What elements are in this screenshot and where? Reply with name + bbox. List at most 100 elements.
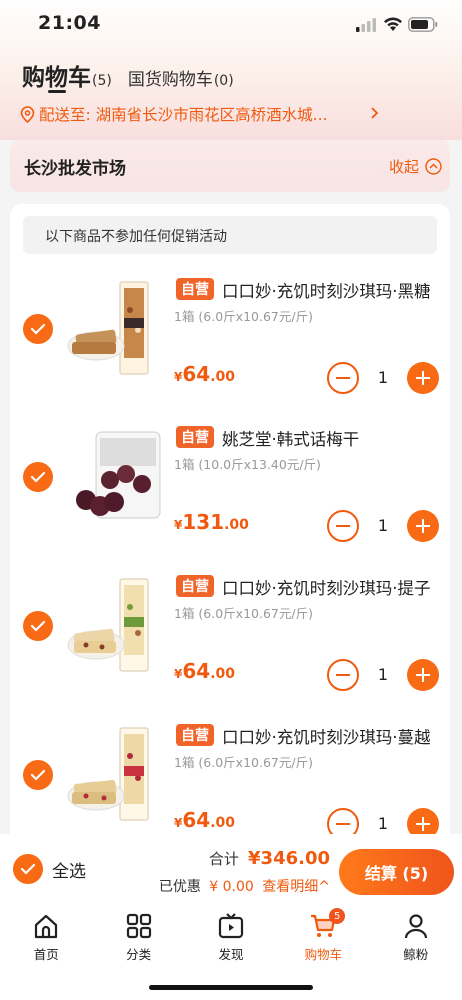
- item-checkbox[interactable]: [23, 462, 53, 492]
- collapse-label: 收起: [388, 157, 419, 176]
- address-text: 配送至: 湖南省长沙市雨花区高桥酒水城...: [39, 106, 328, 124]
- plus-icon: [416, 519, 430, 533]
- increase-quantity-button[interactable]: [407, 362, 439, 394]
- person-icon: [404, 914, 427, 939]
- chevron-up-circle-icon: [425, 157, 442, 175]
- discount-row: 已优惠 ¥ 0.00 查看明细^: [150, 876, 330, 896]
- tab-cart[interactable]: 购物车: [22, 58, 91, 92]
- product-image-sachima-raisin: [67, 578, 149, 672]
- select-all-label: 全选: [52, 861, 86, 882]
- product-price: ¥131.00: [174, 510, 249, 534]
- tab-cart-nav[interactable]: 5 购物车: [277, 908, 369, 968]
- price-decimal: .00: [210, 815, 236, 831]
- market-header: 长沙批发市场 收起: [10, 140, 450, 192]
- bottom-tab-bar: 首页 分类 发现 5 购物车 鲸粉: [0, 908, 462, 968]
- self-operated-badge: 自营: [176, 278, 214, 300]
- minus-icon: [336, 674, 350, 676]
- item-checkbox[interactable]: [23, 611, 53, 641]
- price-integer: 64: [182, 659, 211, 683]
- status-bar: 21:04: [0, 0, 462, 50]
- cart-item: 自营 姚芝堂·韩式话梅干 1箱 (10.0斤x13.40元/斤) ¥131.00…: [10, 416, 450, 564]
- minus-icon: [336, 377, 350, 379]
- tab-category-label: 分类: [126, 947, 152, 962]
- tab-national-cart[interactable]: 国货购物车: [128, 65, 213, 90]
- decrease-quantity-button[interactable]: [327, 659, 359, 691]
- price-integer: 64: [182, 362, 211, 386]
- product-name[interactable]: 口口妙·充饥时刻沙琪玛·提子: [222, 575, 442, 599]
- product-spec: 1箱 (6.0斤x10.67元/斤): [174, 309, 313, 324]
- product-price: ¥64.00: [174, 808, 235, 832]
- chevron-right-icon: [371, 107, 379, 119]
- home-icon: [35, 914, 58, 939]
- decrease-quantity-button[interactable]: [327, 510, 359, 542]
- wifi-icon: [384, 17, 402, 31]
- product-name[interactable]: 口口妙·充饥时刻沙琪玛·黑糖: [222, 278, 442, 302]
- tab-national-count: (0): [213, 73, 234, 89]
- product-spec: 1箱 (10.0斤x13.40元/斤): [174, 457, 321, 472]
- item-checkbox[interactable]: [23, 760, 53, 790]
- minus-icon: [336, 823, 350, 825]
- cart-tabs: 购物车 (5) 国货购物车 (0): [22, 58, 234, 92]
- tab-discover-label: 发现: [218, 947, 244, 962]
- increase-quantity-button[interactable]: [407, 659, 439, 691]
- quantity-value: 1: [377, 368, 389, 387]
- view-details-link[interactable]: 查看明细^: [262, 879, 330, 895]
- market-title: 长沙批发市场: [24, 158, 126, 179]
- check-icon: [30, 471, 46, 483]
- increase-quantity-button[interactable]: [407, 510, 439, 542]
- tab-home-label: 首页: [33, 947, 59, 962]
- product-price: ¥64.00: [174, 362, 235, 386]
- product-image-sachima-black: [67, 281, 149, 375]
- quantity-value: 1: [377, 814, 389, 833]
- product-image-plum: [76, 431, 161, 519]
- check-icon: [20, 863, 36, 875]
- delivery-address[interactable]: 配送至: 湖南省长沙市雨花区高桥酒水城...: [20, 102, 450, 126]
- product-image-sachima-cranberry: [67, 727, 149, 821]
- plus-icon: [416, 371, 430, 385]
- quantity-value: 1: [377, 665, 389, 684]
- decrease-quantity-button[interactable]: [327, 362, 359, 394]
- battery-icon: [408, 17, 438, 32]
- checkout-bar: 全选 合计 ¥346.00 已优惠 ¥ 0.00 查看明细^ 结算 (5) 首页…: [0, 834, 462, 1000]
- tab-cart-label: 购物车: [304, 947, 343, 962]
- status-time: 21:04: [38, 12, 101, 34]
- select-all-toggle[interactable]: 全选: [13, 854, 86, 884]
- check-icon: [30, 769, 46, 781]
- cart-count-badge: 5: [329, 908, 346, 924]
- tab-profile[interactable]: 鲸粉: [370, 912, 462, 968]
- quantity-value: 1: [377, 516, 389, 535]
- tab-profile-label: 鲸粉: [403, 947, 429, 962]
- plus-icon: [416, 817, 430, 831]
- tab-cart-count: (5): [92, 73, 112, 89]
- price-decimal: .00: [210, 369, 236, 385]
- price-integer: 64: [182, 808, 211, 832]
- cart-item: 自营 口口妙·充饥时刻沙琪玛·提子 1箱 (6.0斤x10.67元/斤) ¥64…: [10, 565, 450, 713]
- cart-item: 自营 口口妙·充饥时刻沙琪玛·黑糖 1箱 (6.0斤x10.67元/斤) ¥64…: [10, 268, 450, 416]
- product-name[interactable]: 姚芝堂·韩式话梅干: [222, 426, 442, 450]
- home-indicator: [149, 985, 313, 990]
- collapse-button[interactable]: 收起: [389, 156, 442, 177]
- product-name[interactable]: 口口妙·充饥时刻沙琪玛·蔓越: [222, 724, 442, 748]
- total-label: 合计: [208, 850, 239, 868]
- self-operated-badge: 自营: [176, 426, 214, 448]
- tab-discover[interactable]: 发现: [185, 912, 277, 968]
- tab-category[interactable]: 分类: [92, 912, 184, 968]
- item-checkbox[interactable]: [23, 314, 53, 344]
- price-integer: 131: [182, 510, 225, 534]
- product-price: ¥64.00: [174, 659, 235, 683]
- price-decimal: .00: [224, 517, 249, 533]
- product-spec: 1箱 (6.0斤x10.67元/斤): [174, 606, 313, 621]
- promo-notice: 以下商品不参加任何促销活动: [23, 216, 437, 254]
- check-icon: [30, 323, 46, 335]
- self-operated-badge: 自营: [176, 575, 214, 597]
- discount-value: ¥ 0.00: [209, 879, 254, 895]
- active-tab-indicator: [48, 90, 66, 93]
- price-decimal: .00: [210, 666, 236, 682]
- order-total: 合计 ¥346.00: [200, 848, 330, 869]
- select-all-checkbox[interactable]: [13, 854, 43, 884]
- category-icon: [126, 913, 151, 939]
- checkout-button[interactable]: 结算 (5): [339, 849, 454, 895]
- minus-icon: [336, 525, 350, 527]
- cart-card: 以下商品不参加任何促销活动 自营 口口妙·充饥时刻沙琪玛·黑糖 1箱 (6.0斤…: [10, 204, 450, 844]
- tab-home[interactable]: 首页: [0, 912, 92, 968]
